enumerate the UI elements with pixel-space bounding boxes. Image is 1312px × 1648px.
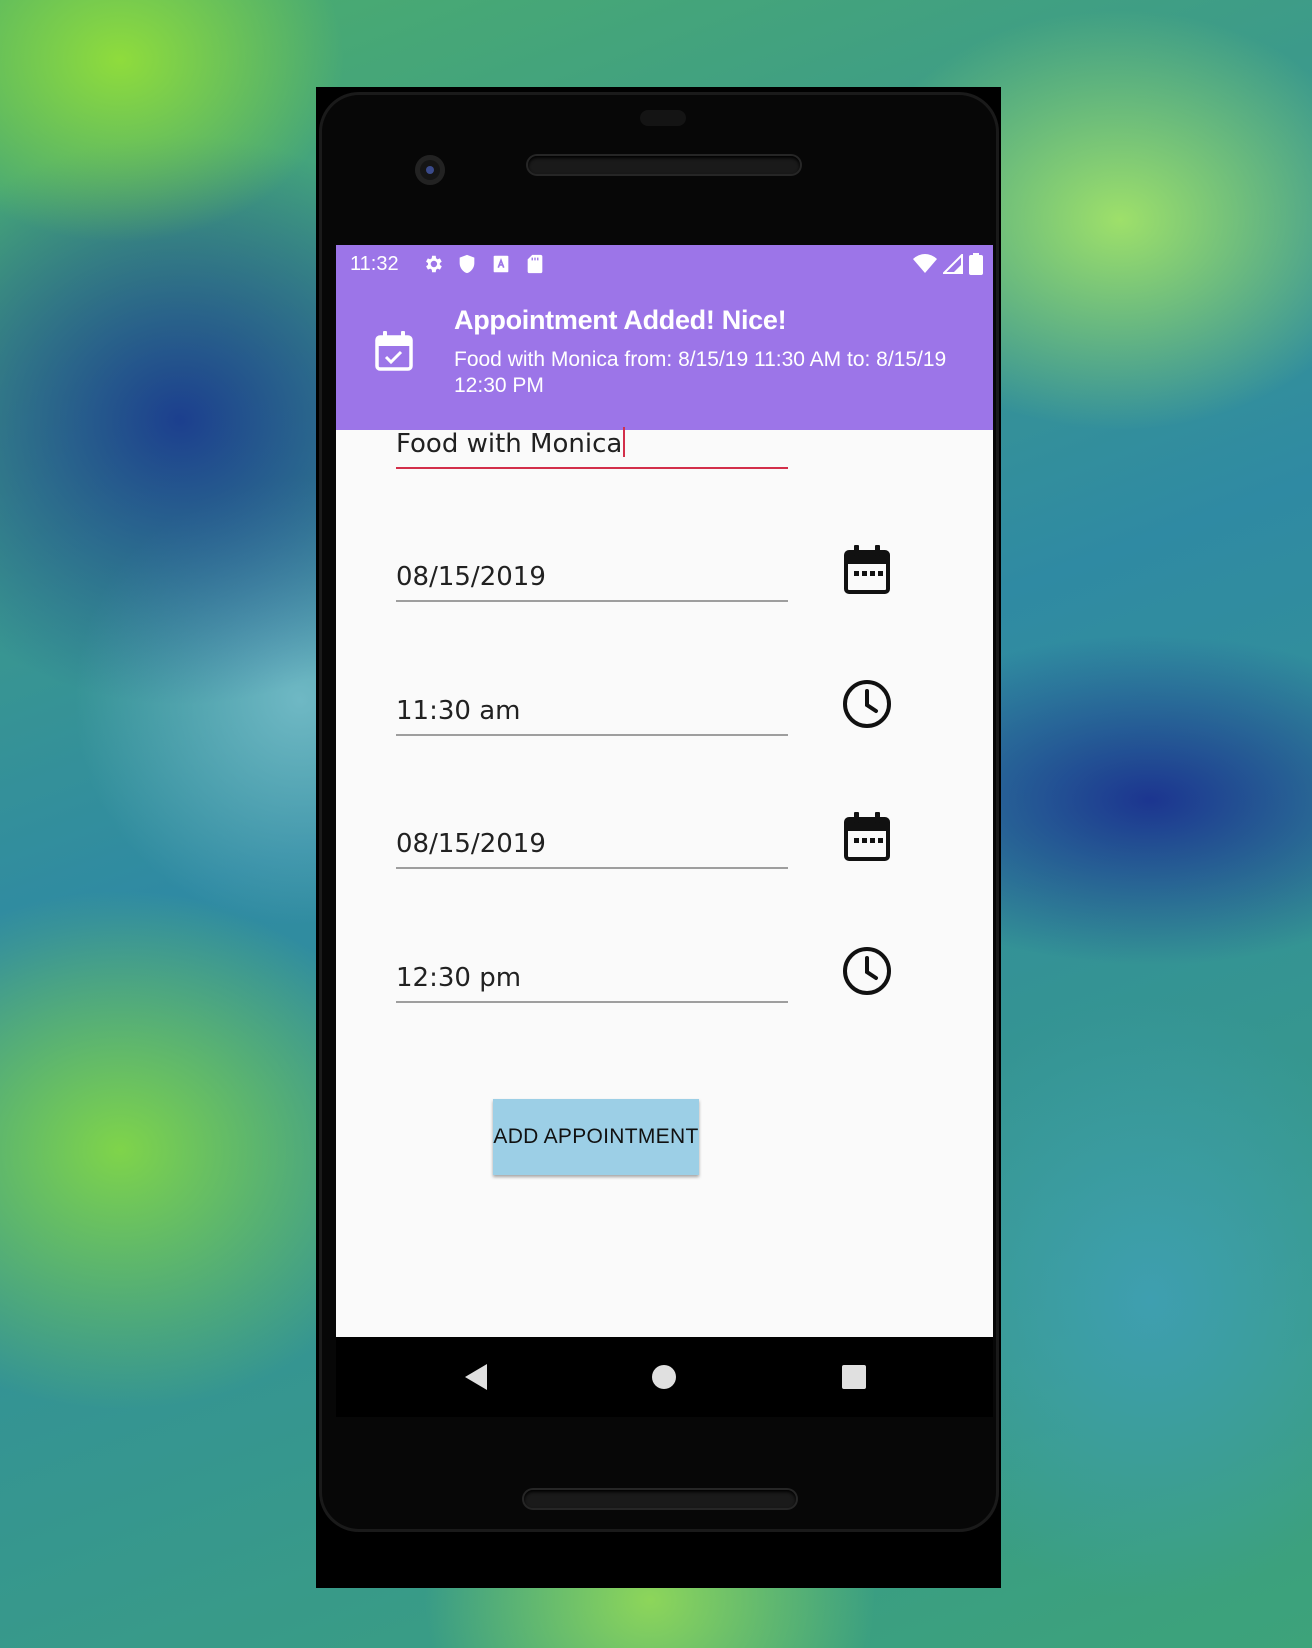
start-time-field[interactable]: 11:30 am	[396, 692, 788, 736]
back-button[interactable]	[458, 1359, 494, 1395]
shield-icon	[459, 254, 475, 274]
end-time-field[interactable]: 12:30 pm	[396, 959, 788, 1003]
clock-icon	[843, 680, 891, 728]
home-circle-icon	[652, 1365, 676, 1389]
status-icons-left	[422, 253, 546, 275]
a-box-icon	[493, 255, 509, 273]
end-time-picker-button[interactable]	[839, 943, 895, 999]
sd-card-icon	[527, 254, 543, 274]
start-date-field[interactable]: 08/15/2019	[396, 558, 788, 602]
end-date-picker-button[interactable]	[839, 809, 895, 865]
wifi-icon	[913, 254, 937, 273]
top-speaker	[528, 156, 800, 174]
calendar-check-icon	[375, 331, 413, 371]
end-date-field[interactable]: 08/15/2019	[396, 825, 788, 869]
status-icons-right	[913, 253, 983, 275]
start-date-picker-button[interactable]	[839, 542, 895, 598]
phone-screen: 11:32 Appointment Added! Nice! Food with…	[336, 245, 993, 1337]
signal-icon	[943, 254, 963, 274]
notification-body: Food with Monica from: 8/15/19 11:30 AM …	[454, 348, 947, 397]
navigation-bar	[336, 1337, 993, 1417]
recents-button[interactable]	[836, 1359, 872, 1395]
bottom-speaker	[524, 1490, 796, 1508]
end-time-value: 12:30 pm	[396, 963, 522, 993]
battery-icon	[969, 253, 983, 275]
proximity-sensor	[640, 110, 686, 126]
gear-icon	[426, 255, 442, 273]
calendar-icon	[844, 812, 890, 861]
text-cursor	[623, 427, 626, 457]
heads-up-notification[interactable]: Appointment Added! Nice! Food with Monic…	[336, 285, 993, 430]
back-triangle-icon	[465, 1364, 487, 1390]
notification-title: Appointment Added! Nice!	[454, 305, 787, 335]
front-camera	[415, 155, 445, 185]
home-button[interactable]	[646, 1359, 682, 1395]
recents-square-icon	[842, 1365, 866, 1389]
start-time-picker-button[interactable]	[839, 676, 895, 732]
start-time-value: 11:30 am	[396, 696, 521, 726]
start-date-value: 08/15/2019	[396, 562, 546, 592]
end-date-value: 08/15/2019	[396, 829, 546, 859]
status-bar: 11:32	[336, 245, 993, 285]
title-field-text: Food with Monica	[396, 427, 626, 459]
status-time: 11:32	[350, 253, 399, 275]
calendar-icon	[844, 545, 890, 594]
title-field[interactable]: Food with Monica	[396, 425, 788, 469]
clock-icon	[843, 947, 891, 995]
add-appointment-button[interactable]: ADD APPOINTMENT	[493, 1099, 699, 1175]
title-value: Food with Monica	[396, 429, 623, 459]
